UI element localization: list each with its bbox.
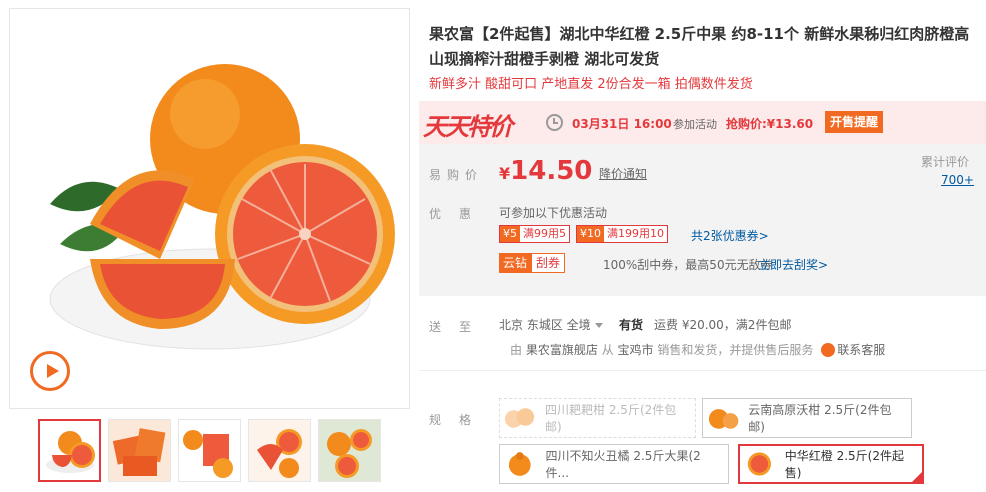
product-main-image[interactable]: [9, 8, 410, 409]
currency-symbol: ¥: [499, 164, 511, 183]
spec-thumbnail: [508, 452, 531, 476]
price-number: 14.50: [510, 156, 593, 186]
daily-deal-logo: 天天特价: [423, 113, 513, 141]
seller-prefix: 由: [510, 343, 523, 357]
spec-thumbnail: [747, 452, 771, 476]
chevron-down-icon: [594, 323, 603, 328]
promo-label: 优惠: [429, 207, 490, 221]
product-subtitle: 新鲜多汁 酸甜可口 产地直发 2份合发一箱 拍偶数件发货: [429, 77, 753, 92]
price-label: 易购价: [429, 168, 484, 182]
review-label: 累计评价: [921, 155, 970, 169]
blood-orange-photo: [49, 64, 395, 350]
stock-status: 有货: [619, 318, 644, 332]
yunzuan-type: 刮券: [531, 253, 566, 273]
thumbnail-1[interactable]: [38, 419, 101, 482]
coupon-amount: ¥5: [500, 226, 520, 242]
spec-option-label: 四川不知火丑橘 2.5斤大果(2件...: [545, 449, 701, 480]
yunzuan-tag: 云钻: [499, 253, 532, 273]
thumbnail-3[interactable]: [178, 419, 241, 482]
thumbnail-strip: [38, 419, 381, 482]
thumbnail-4[interactable]: [248, 419, 311, 482]
scratch-now-link[interactable]: 立即去刮奖>: [758, 256, 828, 273]
current-price: ¥14.50: [499, 156, 592, 186]
thumbnail-image: [46, 431, 95, 473]
seckill-price: 抢购价:¥13.60: [726, 117, 814, 131]
seller-origin: 宝鸡市: [617, 343, 654, 357]
seller-info: 由 果农富旗舰店 从 宝鸡市 销售和发货，并提供售后服务 联系客服: [510, 341, 885, 358]
spec-option-label: 四川耙耙柑 2.5斤(2件包邮): [545, 403, 677, 434]
coupon-2[interactable]: ¥10 满199用10: [576, 225, 668, 243]
product-title: 果农富【2件起售】湖北中华红橙 2.5斤中果 约8-11个 新鲜水果秭归红肉脐橙…: [429, 25, 970, 68]
delivery-location-select[interactable]: 北京 东城区 全境: [499, 316, 603, 333]
section-divider: [419, 370, 986, 371]
thumbnail-2[interactable]: [108, 419, 171, 482]
spec-option-4[interactable]: 中华红橙 2.5斤(2件起售): [738, 444, 924, 484]
coupon-condition: 满199用10: [604, 226, 667, 242]
coupon-condition: 满99用5: [520, 226, 569, 242]
spec-option-label: 中华红橙 2.5斤(2件起售): [784, 449, 904, 480]
coupon-list: ¥5 满99用5 ¥10 满199用10: [499, 225, 668, 243]
review-count-link[interactable]: 700+: [941, 173, 974, 187]
seller-mid: 从: [601, 343, 614, 357]
coupon-amount: ¥10: [577, 226, 604, 242]
ship-to-label: 送至: [429, 320, 490, 334]
thumbnail-image: [249, 420, 310, 481]
spec-thumbnail: [504, 408, 535, 428]
price-panel: 天天特价 03月31日 16:00 参加活动 抢购价:¥13.60 开售提醒 易…: [419, 101, 986, 296]
contact-service-link[interactable]: 联系客服: [837, 343, 885, 357]
thumbnail-5[interactable]: [318, 419, 381, 482]
promo-banner: 天天特价 03月31日 16:00 参加活动 抢购价:¥13.60 开售提醒: [419, 101, 986, 144]
thumbnail-image: [179, 420, 240, 481]
clock-icon: [546, 114, 563, 131]
seller-suffix: 销售和发货，并提供售后服务: [657, 343, 814, 357]
yunzuan-badge: 云钻 刮券: [499, 253, 566, 273]
activity-text: 参加活动: [673, 118, 717, 131]
thumbnail-image: [319, 420, 380, 481]
seller-name[interactable]: 果农富旗舰店: [526, 343, 598, 357]
thumbnail-image: [109, 420, 170, 481]
sale-start-time: 03月31日 16:00: [572, 117, 672, 131]
spec-thumbnail: [708, 409, 739, 429]
yunzuan-description: 100%刮中券，最高50元无敌券: [603, 258, 773, 272]
spec-option-label: 云南高原沃柑 2.5斤(2件包邮): [748, 403, 892, 434]
more-coupons-link[interactable]: 共2张优惠券>: [691, 227, 769, 244]
spec-label: 规格: [429, 413, 490, 427]
play-video-button[interactable]: [30, 351, 70, 391]
spec-option-2[interactable]: 云南高原沃柑 2.5斤(2件包邮): [702, 398, 912, 438]
promo-description: 可参加以下优惠活动: [499, 206, 608, 220]
coupon-1[interactable]: ¥5 满99用5: [499, 225, 570, 243]
delivery-location: 北京 东城区 全境: [499, 318, 591, 332]
price-drop-notify-link[interactable]: 降价通知: [599, 165, 647, 182]
shipping-fee: 运费 ¥20.00，满2件包邮: [654, 318, 792, 332]
spec-option-3[interactable]: 四川不知火丑橘 2.5斤大果(2件...: [499, 444, 729, 484]
spec-option-1[interactable]: 四川耙耙柑 2.5斤(2件包邮): [499, 398, 696, 438]
customer-service-icon[interactable]: [821, 343, 836, 357]
sale-remind-button[interactable]: 开售提醒: [825, 111, 884, 133]
